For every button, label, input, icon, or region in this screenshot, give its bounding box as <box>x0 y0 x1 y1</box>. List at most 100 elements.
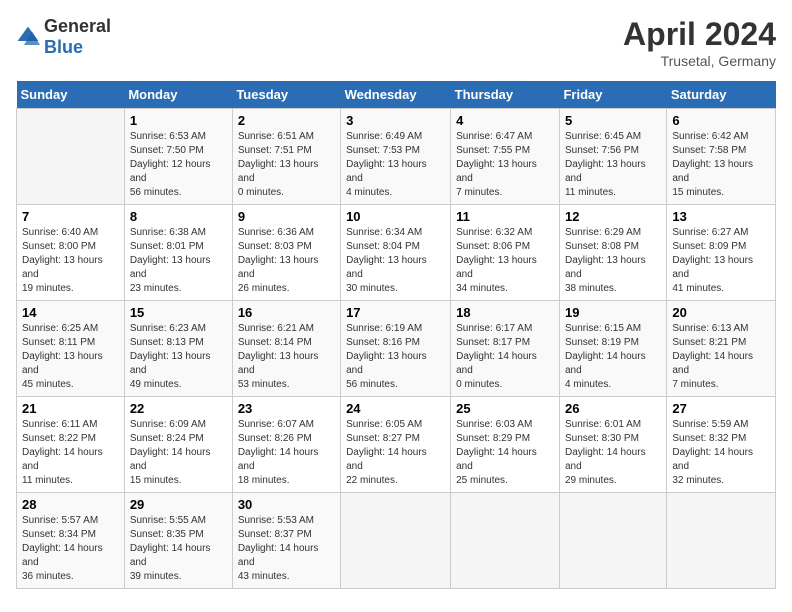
day-info: Sunrise: 5:55 AMSunset: 8:35 PMDaylight:… <box>130 514 227 584</box>
day-info: Sunrise: 6:34 AMSunset: 8:04 PMDaylight:… <box>346 226 445 296</box>
month-year: April 2024 <box>623 16 776 53</box>
day-number: 28 <box>22 497 119 512</box>
day-number: 8 <box>130 209 227 224</box>
location: Trusetal, Germany <box>623 53 776 69</box>
day-number: 24 <box>346 401 445 416</box>
calendar-week-row: 1 Sunrise: 6:53 AMSunset: 7:50 PMDayligh… <box>17 109 776 205</box>
day-info: Sunrise: 6:17 AMSunset: 8:17 PMDaylight:… <box>456 322 554 392</box>
calendar-day-cell: 23 Sunrise: 6:07 AMSunset: 8:26 PMDaylig… <box>232 397 340 493</box>
calendar-day-cell: 28 Sunrise: 5:57 AMSunset: 8:34 PMDaylig… <box>17 493 125 589</box>
calendar-day-cell <box>451 493 560 589</box>
day-number: 15 <box>130 305 227 320</box>
day-number: 14 <box>22 305 119 320</box>
day-info: Sunrise: 6:05 AMSunset: 8:27 PMDaylight:… <box>346 418 445 488</box>
day-info: Sunrise: 6:45 AMSunset: 7:56 PMDaylight:… <box>565 130 661 200</box>
calendar-day-cell: 16 Sunrise: 6:21 AMSunset: 8:14 PMDaylig… <box>232 301 340 397</box>
calendar-day-cell: 10 Sunrise: 6:34 AMSunset: 8:04 PMDaylig… <box>341 205 451 301</box>
day-info: Sunrise: 6:23 AMSunset: 8:13 PMDaylight:… <box>130 322 227 392</box>
day-number: 21 <box>22 401 119 416</box>
day-number: 11 <box>456 209 554 224</box>
day-header-thursday: Thursday <box>451 81 560 109</box>
calendar-day-cell: 27 Sunrise: 5:59 AMSunset: 8:32 PMDaylig… <box>667 397 776 493</box>
day-info: Sunrise: 5:53 AMSunset: 8:37 PMDaylight:… <box>238 514 335 584</box>
day-number: 1 <box>130 113 227 128</box>
calendar-day-cell: 1 Sunrise: 6:53 AMSunset: 7:50 PMDayligh… <box>124 109 232 205</box>
day-info: Sunrise: 5:59 AMSunset: 8:32 PMDaylight:… <box>672 418 770 488</box>
logo-general: General <box>44 16 111 36</box>
day-number: 16 <box>238 305 335 320</box>
day-info: Sunrise: 6:01 AMSunset: 8:30 PMDaylight:… <box>565 418 661 488</box>
calendar-day-cell <box>667 493 776 589</box>
day-number: 18 <box>456 305 554 320</box>
day-info: Sunrise: 6:32 AMSunset: 8:06 PMDaylight:… <box>456 226 554 296</box>
day-info: Sunrise: 6:25 AMSunset: 8:11 PMDaylight:… <box>22 322 119 392</box>
day-info: Sunrise: 6:29 AMSunset: 8:08 PMDaylight:… <box>565 226 661 296</box>
title-area: April 2024 Trusetal, Germany <box>623 16 776 69</box>
day-number: 23 <box>238 401 335 416</box>
calendar-day-cell: 2 Sunrise: 6:51 AMSunset: 7:51 PMDayligh… <box>232 109 340 205</box>
calendar-day-cell: 6 Sunrise: 6:42 AMSunset: 7:58 PMDayligh… <box>667 109 776 205</box>
calendar-day-cell: 21 Sunrise: 6:11 AMSunset: 8:22 PMDaylig… <box>17 397 125 493</box>
day-number: 3 <box>346 113 445 128</box>
calendar-day-cell <box>341 493 451 589</box>
day-number: 5 <box>565 113 661 128</box>
calendar-day-cell: 29 Sunrise: 5:55 AMSunset: 8:35 PMDaylig… <box>124 493 232 589</box>
calendar-day-cell: 18 Sunrise: 6:17 AMSunset: 8:17 PMDaylig… <box>451 301 560 397</box>
day-number: 20 <box>672 305 770 320</box>
day-header-sunday: Sunday <box>17 81 125 109</box>
day-info: Sunrise: 6:36 AMSunset: 8:03 PMDaylight:… <box>238 226 335 296</box>
day-number: 29 <box>130 497 227 512</box>
calendar-day-cell: 7 Sunrise: 6:40 AMSunset: 8:00 PMDayligh… <box>17 205 125 301</box>
calendar-day-cell: 11 Sunrise: 6:32 AMSunset: 8:06 PMDaylig… <box>451 205 560 301</box>
day-number: 6 <box>672 113 770 128</box>
calendar-day-cell: 12 Sunrise: 6:29 AMSunset: 8:08 PMDaylig… <box>559 205 666 301</box>
logo-icon <box>16 25 40 49</box>
logo: General Blue <box>16 16 111 58</box>
day-info: Sunrise: 6:13 AMSunset: 8:21 PMDaylight:… <box>672 322 770 392</box>
day-number: 27 <box>672 401 770 416</box>
page-header: General Blue April 2024 Trusetal, German… <box>16 16 776 69</box>
day-info: Sunrise: 6:21 AMSunset: 8:14 PMDaylight:… <box>238 322 335 392</box>
calendar-week-row: 7 Sunrise: 6:40 AMSunset: 8:00 PMDayligh… <box>17 205 776 301</box>
calendar-day-cell: 24 Sunrise: 6:05 AMSunset: 8:27 PMDaylig… <box>341 397 451 493</box>
day-header-saturday: Saturday <box>667 81 776 109</box>
day-info: Sunrise: 6:07 AMSunset: 8:26 PMDaylight:… <box>238 418 335 488</box>
day-number: 4 <box>456 113 554 128</box>
day-info: Sunrise: 6:09 AMSunset: 8:24 PMDaylight:… <box>130 418 227 488</box>
calendar-day-cell <box>17 109 125 205</box>
day-number: 9 <box>238 209 335 224</box>
calendar-day-cell: 17 Sunrise: 6:19 AMSunset: 8:16 PMDaylig… <box>341 301 451 397</box>
calendar-day-cell: 19 Sunrise: 6:15 AMSunset: 8:19 PMDaylig… <box>559 301 666 397</box>
calendar-day-cell: 15 Sunrise: 6:23 AMSunset: 8:13 PMDaylig… <box>124 301 232 397</box>
day-number: 19 <box>565 305 661 320</box>
day-header-monday: Monday <box>124 81 232 109</box>
day-number: 22 <box>130 401 227 416</box>
calendar-day-cell: 9 Sunrise: 6:36 AMSunset: 8:03 PMDayligh… <box>232 205 340 301</box>
day-number: 17 <box>346 305 445 320</box>
day-number: 30 <box>238 497 335 512</box>
day-info: Sunrise: 6:51 AMSunset: 7:51 PMDaylight:… <box>238 130 335 200</box>
day-number: 26 <box>565 401 661 416</box>
day-info: Sunrise: 6:03 AMSunset: 8:29 PMDaylight:… <box>456 418 554 488</box>
day-header-friday: Friday <box>559 81 666 109</box>
day-info: Sunrise: 6:15 AMSunset: 8:19 PMDaylight:… <box>565 322 661 392</box>
calendar-day-cell: 4 Sunrise: 6:47 AMSunset: 7:55 PMDayligh… <box>451 109 560 205</box>
day-number: 13 <box>672 209 770 224</box>
calendar-week-row: 21 Sunrise: 6:11 AMSunset: 8:22 PMDaylig… <box>17 397 776 493</box>
day-info: Sunrise: 6:11 AMSunset: 8:22 PMDaylight:… <box>22 418 119 488</box>
calendar-table: SundayMondayTuesdayWednesdayThursdayFrid… <box>16 81 776 589</box>
calendar-day-cell: 5 Sunrise: 6:45 AMSunset: 7:56 PMDayligh… <box>559 109 666 205</box>
logo-blue: Blue <box>44 37 83 57</box>
day-number: 2 <box>238 113 335 128</box>
day-info: Sunrise: 6:47 AMSunset: 7:55 PMDaylight:… <box>456 130 554 200</box>
day-info: Sunrise: 5:57 AMSunset: 8:34 PMDaylight:… <box>22 514 119 584</box>
calendar-week-row: 14 Sunrise: 6:25 AMSunset: 8:11 PMDaylig… <box>17 301 776 397</box>
logo-text: General Blue <box>44 16 111 58</box>
day-info: Sunrise: 6:49 AMSunset: 7:53 PMDaylight:… <box>346 130 445 200</box>
day-info: Sunrise: 6:19 AMSunset: 8:16 PMDaylight:… <box>346 322 445 392</box>
day-number: 25 <box>456 401 554 416</box>
day-info: Sunrise: 6:38 AMSunset: 8:01 PMDaylight:… <box>130 226 227 296</box>
calendar-day-cell <box>559 493 666 589</box>
day-number: 7 <box>22 209 119 224</box>
calendar-day-cell: 20 Sunrise: 6:13 AMSunset: 8:21 PMDaylig… <box>667 301 776 397</box>
